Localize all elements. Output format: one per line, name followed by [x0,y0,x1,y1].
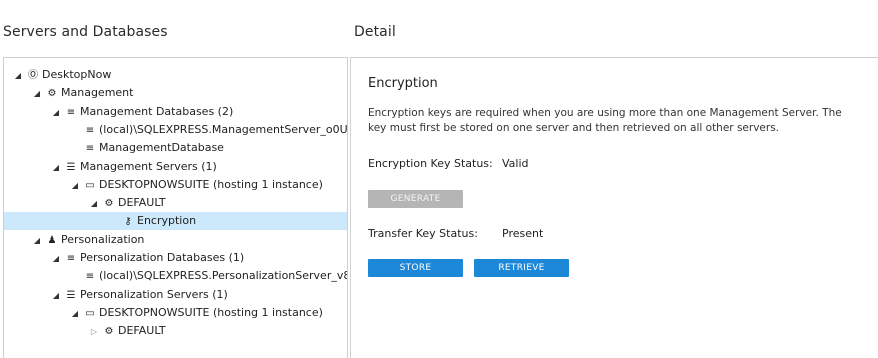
tree-item-label: DESKTOPNOWSUITE (hosting 1 instance) [99,177,323,191]
generate-button[interactable]: GENERATE [368,190,463,208]
tree-item[interactable]: ◢ ☰ Management Servers (1) [4,158,347,176]
tree-item-label: Personalization Servers (1) [80,287,228,301]
collapse-arrow-icon[interactable]: ▷ [89,323,99,341]
transfer-key-status-value: Present [502,227,544,240]
tree-item-label: Management Databases (2) [80,104,234,118]
detail-title: Detail [354,24,396,40]
tree-item-label: DesktopNow [42,68,112,81]
tree-item-label: Encryption [137,214,197,228]
server-icon: ☰ [66,289,76,301]
gear-icon: ⚙ [104,198,114,210]
tree-item-label: Management [61,86,134,100]
tree-item-label: ManagementDatabase [99,141,224,155]
server-icon: ☰ [66,161,76,173]
expand-arrow-icon[interactable]: ◢ [51,250,61,268]
tree-item[interactable]: ◢ ▭ DESKTOPNOWSUITE (hosting 1 instance) [4,304,347,322]
tree-item[interactable]: ◢ ♟ Personalization [4,231,347,249]
user-icon: ♟ [47,234,57,246]
detail-description: Encryption keys are required when you ar… [368,107,842,134]
tree-item[interactable]: ⚷ Encryption [4,212,347,231]
retrieve-button[interactable]: RETRIEVE [474,259,569,277]
database-icon: ≡ [66,253,76,264]
key-icon: ⚷ [124,216,132,228]
servers-databases-title: Servers and Databases [3,24,168,40]
expand-arrow-icon[interactable]: ◢ [70,177,80,195]
expand-arrow-icon[interactable]: ◢ [13,67,23,85]
expand-arrow-icon[interactable]: ◢ [89,195,99,213]
clock-icon: Ⓞ [28,70,38,81]
gears-icon: ⚙ [47,88,57,100]
gear-icon: ⚙ [104,326,114,338]
laptop-icon: ▭ [85,179,95,191]
expand-arrow-icon[interactable]: ◢ [32,232,42,250]
expand-arrow-icon[interactable]: ◢ [32,85,42,103]
tree-item-label: DEFAULT [118,324,166,338]
expand-arrow-icon[interactable]: ◢ [51,159,61,177]
expand-arrow-icon[interactable]: ◢ [70,305,80,323]
database-icon: ≡ [66,106,76,118]
tree-item[interactable]: ≡ (local)\SQLEXPRESS.ManagementServer_o0U… [4,121,347,139]
detail-heading: Encryption [368,76,438,91]
tree-item[interactable]: ◢ ☰ Personalization Servers (1) [4,286,347,304]
laptop-icon: ▭ [85,307,95,319]
tree-item[interactable]: ≡ (local)\SQLEXPRESS.PersonalizationServe… [4,267,347,285]
tree-item[interactable]: ◢ ⚙ DEFAULT [4,194,347,212]
transfer-key-status-label: Transfer Key Status: [368,227,478,240]
tree-item-label: Management Servers (1) [80,159,217,173]
database-icon: ≡ [85,143,95,155]
server-tree[interactable]: ◢ Ⓞ DesktopNow ◢ ⚙ Management ◢ ≡ Management Dat… [3,57,348,358]
tree-item[interactable]: ◢ ⚙ Management [4,84,347,102]
expand-arrow-icon[interactable]: ◢ [51,287,61,305]
encryption-key-status-value: Valid [502,157,529,170]
tree-item-label: (local)\SQLEXPRESS.ManagementServer_o0Ud… [99,122,348,136]
tree-item[interactable]: ≡ ManagementDatabase [4,139,347,157]
tree-item-label: Personalization Databases (1) [80,251,245,264]
tree-item-label: DESKTOPNOWSUITE (hosting 1 instance) [99,305,323,319]
database-icon: ≡ [85,124,95,136]
expand-arrow-icon[interactable]: ◢ [51,104,61,122]
tree-item-label: Personalization [61,232,145,246]
detail-panel: Encryption Encryption keys are required … [350,57,878,358]
database-icon: ≡ [85,271,95,283]
tree-item[interactable]: ▷ ⚙ DEFAULT [4,322,347,340]
tree-item[interactable]: ◢ ▭ DESKTOPNOWSUITE (hosting 1 instance) [4,176,347,194]
tree-item[interactable]: ◢ ≡ Management Databases (2) [4,103,347,121]
tree-item[interactable]: ◢ Ⓞ DesktopNow [4,66,347,84]
encryption-key-status-label: Encryption Key Status: [368,157,493,170]
store-button[interactable]: STORE [368,259,463,277]
tree-item-label: (local)\SQLEXPRESS.PersonalizationServer… [99,269,347,283]
tree-item[interactable]: ◢ ≡ Personalization Databases (1) [4,249,347,267]
tree-item-label: DEFAULT [118,196,166,210]
